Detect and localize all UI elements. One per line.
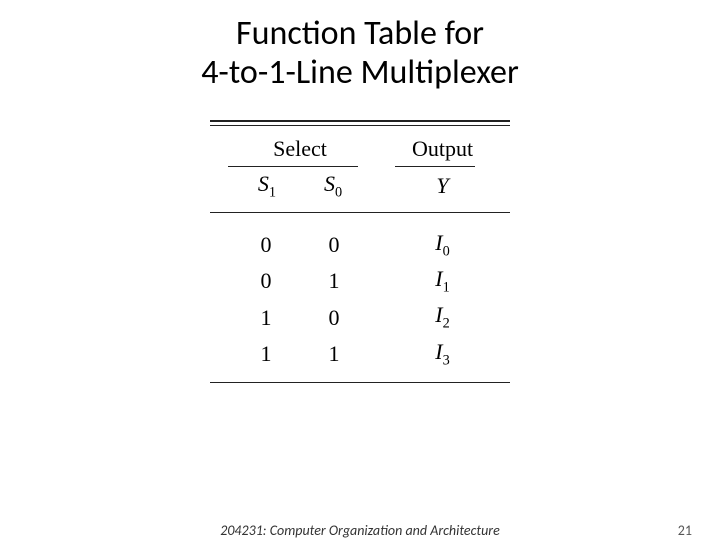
cell-y: I3 [435,339,449,364]
cell-y: I2 [435,302,449,327]
header-output-label: Output [412,136,473,161]
cell-y: I1 [435,266,449,291]
col-y: Y [436,173,448,198]
col-s0: S0 [324,171,342,201]
title-line-1: Function Table for [236,13,484,54]
bottom-rule [210,382,510,383]
cell-s0: 0 [324,232,344,258]
rule-under-output [395,166,475,167]
header-output: Output [383,132,503,166]
cell-y: I0 [435,230,449,255]
footer-course: 204231: Computer Organization and Archit… [220,522,500,539]
header-select: Select [218,132,383,166]
mid-rule [210,212,510,213]
header-select-label: Select [273,136,327,162]
cell-s1: 1 [256,341,276,367]
table-row: 1 0 I2 [210,299,510,335]
col-s1: S1 [258,171,276,201]
function-table: Select Output S1 S0 Y 0 0 I0 0 1 [210,120,510,383]
table-row: 1 1 I3 [210,336,510,372]
title-line-2: 4-to-1-Line Multiplexer [201,52,519,93]
subheader-row: S1 S0 Y [210,167,510,207]
cell-s0: 0 [324,305,344,331]
cell-s1: 0 [256,232,276,258]
data-block: 0 0 I0 0 1 I1 1 0 I2 1 1 I3 [210,217,510,379]
top-double-rule [210,120,510,126]
slide-title: Function Table for 4-to-1-Line Multiplex… [0,0,720,92]
table-row: 0 1 I1 [210,263,510,299]
cell-s0: 1 [324,341,344,367]
header-row: Select Output [210,132,510,166]
footer-page-number: 21 [678,522,692,539]
table-row: 0 0 I0 [210,227,510,263]
rule-under-select [228,166,358,167]
sub-rule-row [210,166,510,167]
cell-s1: 1 [256,305,276,331]
cell-s1: 0 [256,268,276,294]
cell-s0: 1 [324,268,344,294]
